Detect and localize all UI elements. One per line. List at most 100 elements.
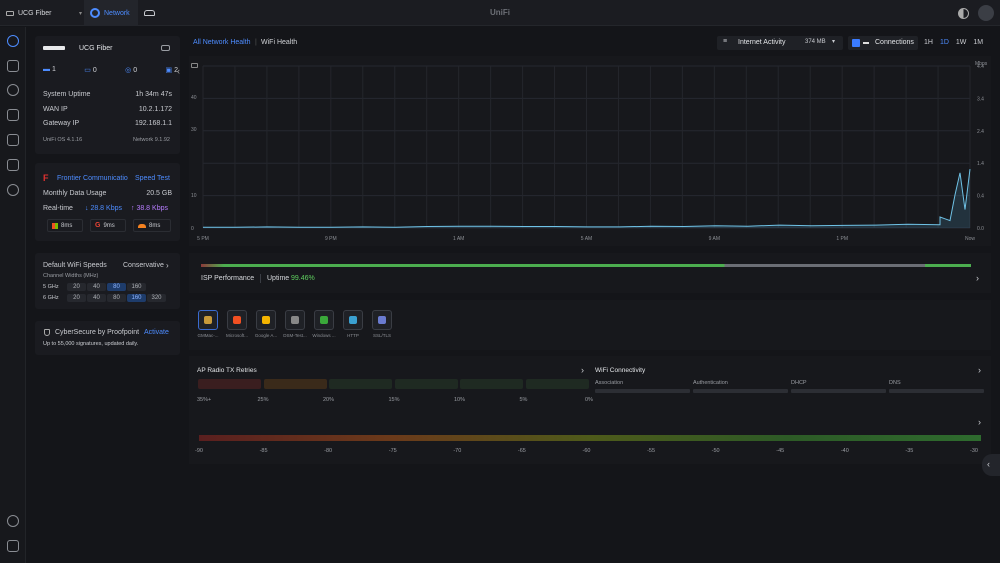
- connectivity-stage-bar: [791, 389, 886, 393]
- filter-icon: ≡: [723, 38, 728, 45]
- metric-selector[interactable]: ≡ Internet Activity 374 MB ▾: [717, 36, 843, 50]
- wan-ip-value: 10.2.1.172: [138, 105, 172, 113]
- width-option[interactable]: 40: [87, 283, 106, 291]
- app-icon: [291, 316, 299, 324]
- width-option-selected[interactable]: 160: [127, 294, 146, 302]
- top-apps-panel: [189, 300, 991, 350]
- topology-icon[interactable]: [7, 60, 19, 72]
- isp-logo: F: [43, 173, 49, 183]
- chevron-right-icon: ›: [166, 261, 169, 270]
- connectivity-stage-bar: [693, 389, 788, 393]
- app-icon: [320, 316, 328, 324]
- apps-grid-icon[interactable]: [7, 134, 19, 146]
- cloudflare-icon: [138, 223, 146, 228]
- width-option[interactable]: 80: [107, 294, 126, 302]
- tab-protect[interactable]: [139, 0, 159, 26]
- activate-link[interactable]: Activate: [144, 329, 169, 336]
- expand-panel-handle[interactable]: ‹: [982, 454, 1000, 476]
- signal-scale-label: -90: [195, 448, 203, 454]
- range-1h[interactable]: 1H: [924, 39, 933, 46]
- site-icon: [6, 10, 14, 16]
- site-selector[interactable]: UCG Fiber ▾: [6, 4, 82, 22]
- dashboard-icon[interactable]: [7, 35, 19, 47]
- uptime-label: System Uptime: [43, 91, 91, 98]
- speed-test-link[interactable]: Speed Test: [135, 175, 170, 182]
- range-1d[interactable]: 1D: [940, 39, 949, 46]
- wan-port-stat: ▬ 1: [43, 66, 56, 73]
- channel-widths-subtitle: Channel Widths (MHz): [43, 273, 99, 279]
- isp-performance-panel[interactable]: ISP Performance Uptime 99.46% ›: [189, 253, 991, 293]
- avatar[interactable]: [978, 5, 994, 21]
- band-5ghz-widths: 20 40 80 160: [67, 283, 147, 291]
- connections-toggle[interactable]: Connections: [848, 36, 918, 50]
- signal-scale-label: -55: [647, 448, 656, 454]
- range-1m[interactable]: 1M: [973, 39, 983, 46]
- chevron-right-icon[interactable]: ›: [978, 417, 981, 427]
- tab-network[interactable]: Network: [84, 0, 138, 26]
- app-label: GMMac-...: [197, 333, 219, 338]
- security-icon[interactable]: [7, 184, 19, 196]
- retry-bucket: [394, 379, 458, 389]
- isp-name[interactable]: Frontier Communicatio: [57, 175, 128, 182]
- cybersecure-desc: Up to 55,000 signatures, updated daily.: [43, 341, 139, 347]
- breadcrumb-all[interactable]: All Network Health: [193, 39, 251, 46]
- cybersecure-card: CyberSecure by Proofpoint Activate Up to…: [35, 321, 180, 355]
- app-label: Google A...: [254, 333, 278, 338]
- metric-total: 374 MB: [805, 39, 826, 45]
- connectivity-stage-bar: [889, 389, 984, 393]
- app-icon: [378, 316, 386, 324]
- wifi-speeds-mode: Conservative: [123, 262, 164, 269]
- band-6ghz-widths: 20 40 80 160 320: [67, 294, 167, 302]
- app-tile[interactable]: [343, 310, 363, 330]
- width-option[interactable]: 20: [67, 283, 86, 291]
- latency-cloudflare: 8ms: [133, 219, 171, 232]
- chevron-right-icon[interactable]: ›: [581, 365, 584, 375]
- app-tile[interactable]: [227, 310, 247, 330]
- legend-swatch: [863, 42, 869, 44]
- network-version[interactable]: Network 9.1.92: [133, 137, 170, 143]
- chevron-right-icon: ›: [976, 273, 979, 283]
- latency-microsoft: 8ms: [47, 219, 83, 232]
- app-tile[interactable]: [285, 310, 305, 330]
- microsoft-icon: [52, 222, 58, 229]
- width-option[interactable]: 160: [127, 283, 146, 291]
- app-tile[interactable]: [198, 310, 218, 330]
- gateway-ip-value: 192.168.1.1: [135, 120, 172, 127]
- wifi-speeds-card[interactable]: Default WiFi Speeds Conservative › Chann…: [35, 253, 180, 309]
- app-tile[interactable]: [372, 310, 392, 330]
- devices-icon[interactable]: [7, 84, 19, 96]
- signal-scale-label: -50: [711, 448, 720, 454]
- band-6ghz-label: 6 GHz: [43, 295, 59, 301]
- retry-scale-label: 15%: [388, 397, 400, 403]
- breadcrumb-separator: |: [255, 39, 257, 46]
- device-manage-icon[interactable]: [161, 45, 170, 51]
- chart-left-toggle-icon[interactable]: [191, 63, 198, 68]
- retry-scale-label: 5%: [519, 397, 528, 403]
- app-tile[interactable]: [256, 310, 276, 330]
- range-1w[interactable]: 1W: [956, 39, 967, 46]
- shield-icon: [44, 329, 50, 336]
- width-option[interactable]: 40: [87, 294, 106, 302]
- system-log-icon[interactable]: [7, 540, 19, 552]
- signal-scale-label: -30: [970, 448, 978, 454]
- connectivity-stage-label: DHCP: [791, 380, 807, 386]
- uptime-value: 1h 34m 47s: [135, 91, 172, 98]
- settings-icon[interactable]: [7, 515, 19, 527]
- collapse-panel-icon[interactable]: ‹: [177, 66, 180, 76]
- width-option[interactable]: 320: [147, 294, 166, 302]
- connectivity-stage-label: Association: [595, 380, 624, 386]
- theme-toggle-icon[interactable]: [958, 8, 969, 19]
- lan-port-stat: ▭ 0: [84, 67, 97, 74]
- device-card: UCG Fiber ▬ 1 ▭ 0 ◎ 0 ▣ 2 System Uptime 1…: [35, 36, 180, 154]
- os-version[interactable]: UniFi OS 4.1.16: [43, 137, 82, 143]
- insights-icon[interactable]: [7, 159, 19, 171]
- app-tile[interactable]: [314, 310, 334, 330]
- retry-bucket: [263, 379, 327, 389]
- band-5ghz-label: 5 GHz: [43, 284, 59, 290]
- chevron-right-icon[interactable]: ›: [978, 365, 981, 375]
- width-option-selected[interactable]: 80: [107, 283, 126, 291]
- clients-icon[interactable]: [7, 109, 19, 121]
- app-label: DSM-Test...: [283, 333, 307, 338]
- retry-bucket: [329, 379, 392, 389]
- width-option[interactable]: 20: [67, 294, 86, 302]
